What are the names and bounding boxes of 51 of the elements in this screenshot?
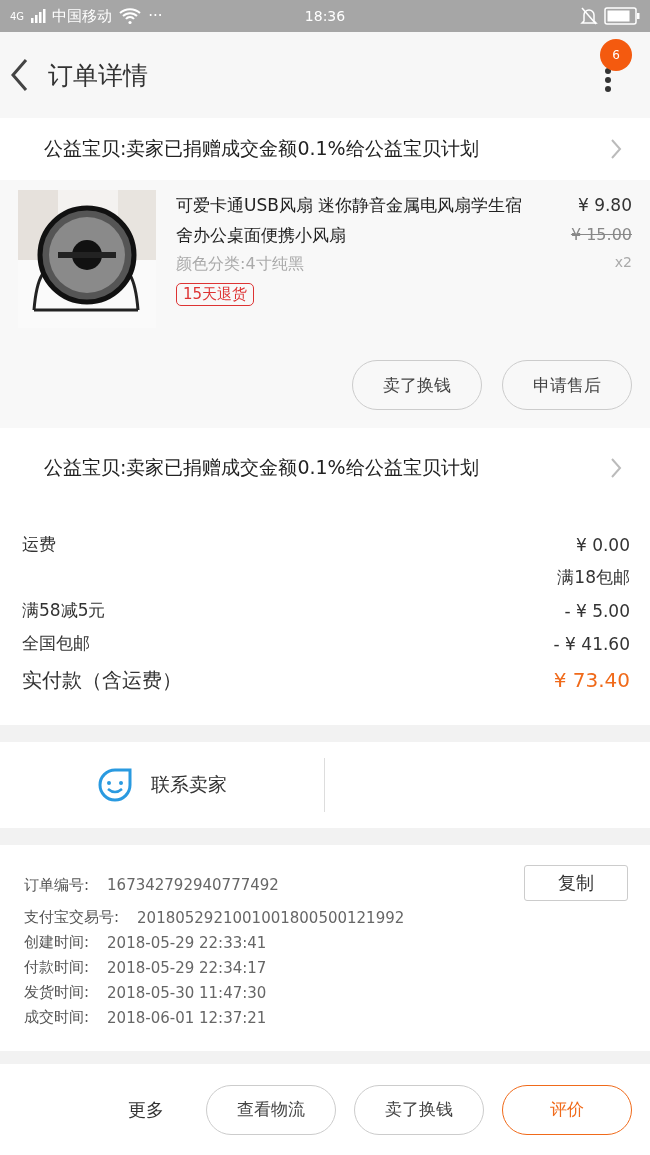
- cost-amount: ¥ 0.00: [575, 534, 630, 555]
- original-price: ¥ 15.00: [570, 224, 632, 246]
- info-value: 2018-05-29 22:34:17: [107, 958, 267, 977]
- action-button[interactable]: 查看物流: [206, 1084, 336, 1135]
- info-label: 发货时间:: [24, 983, 90, 1002]
- shipping-note: 满18包邮: [557, 566, 630, 589]
- action-button[interactable]: 卖了换钱: [352, 360, 482, 410]
- charity-text: 公益宝贝:卖家已捐赠成交金额0.1%给公益宝贝计划: [44, 136, 480, 161]
- notification-badge: 6: [600, 39, 632, 71]
- chevron-right-icon: [610, 138, 622, 160]
- network-label: 4G: [10, 10, 25, 22]
- wifi-icon: [118, 7, 143, 25]
- info-value: 167342792940777492: [107, 876, 279, 894]
- product-variant: 颜色分类:4寸纯黑: [176, 254, 304, 275]
- page-title: 订单详情: [48, 59, 148, 92]
- charity-text: 公益宝贝:卖家已捐赠成交金额0.1%给公益宝贝计划: [44, 455, 480, 480]
- action-button[interactable]: 卖了换钱: [354, 1084, 484, 1135]
- cost-label: 运费: [22, 533, 56, 556]
- info-value: 2018-05-29 22:33:41: [107, 933, 267, 952]
- battery-icon: [604, 7, 640, 25]
- carrier-name: 中国移动: [52, 6, 113, 26]
- signal-icon: [30, 8, 47, 24]
- cost-label: 满58减5元: [22, 599, 106, 622]
- back-icon: [10, 58, 28, 92]
- return-policy-tag: 15天退货: [176, 283, 255, 306]
- total-label: 实付款（含运费）: [22, 666, 182, 694]
- more-icon: [604, 67, 612, 93]
- product-name[interactable]: 可爱卡通USB风扇 迷你静音金属电风扇学生宿舍办公桌面便携小风扇: [176, 190, 536, 250]
- clock-time: 18:36: [304, 8, 346, 24]
- total-amount: ¥ 73.40: [553, 668, 630, 692]
- more-indicator: ···: [148, 7, 163, 25]
- info-label: 支付宝交易号:: [24, 908, 120, 927]
- cost-label: 全国包邮: [22, 632, 90, 655]
- chat-icon: [97, 767, 133, 803]
- bell-muted-icon: [580, 6, 598, 26]
- charity-banner[interactable]: 公益宝贝:卖家已捐赠成交金额0.1%给公益宝贝计划: [0, 118, 650, 180]
- cost-amount: - ¥ 5.00: [564, 600, 630, 621]
- info-label: 成交时间:: [24, 1008, 90, 1027]
- action-button[interactable]: 申请售后: [502, 360, 632, 410]
- chevron-right-icon: [610, 457, 622, 479]
- cost-amount: - ¥ 41.60: [553, 633, 630, 654]
- info-value: 2018-06-01 12:37:21: [107, 1008, 267, 1027]
- info-value: 2018052921001001800500121992: [137, 908, 405, 927]
- copy-button[interactable]: 复制: [524, 865, 628, 901]
- info-value: 2018-05-30 11:47:30: [107, 983, 267, 1002]
- info-label: 付款时间:: [24, 958, 90, 977]
- info-label: 创建时间:: [24, 933, 90, 952]
- product-price: ¥ 9.80: [577, 194, 632, 217]
- more-button[interactable]: 更多: [122, 1096, 170, 1123]
- info-label: 订单编号:: [24, 875, 90, 895]
- product-quantity: x2: [614, 254, 632, 270]
